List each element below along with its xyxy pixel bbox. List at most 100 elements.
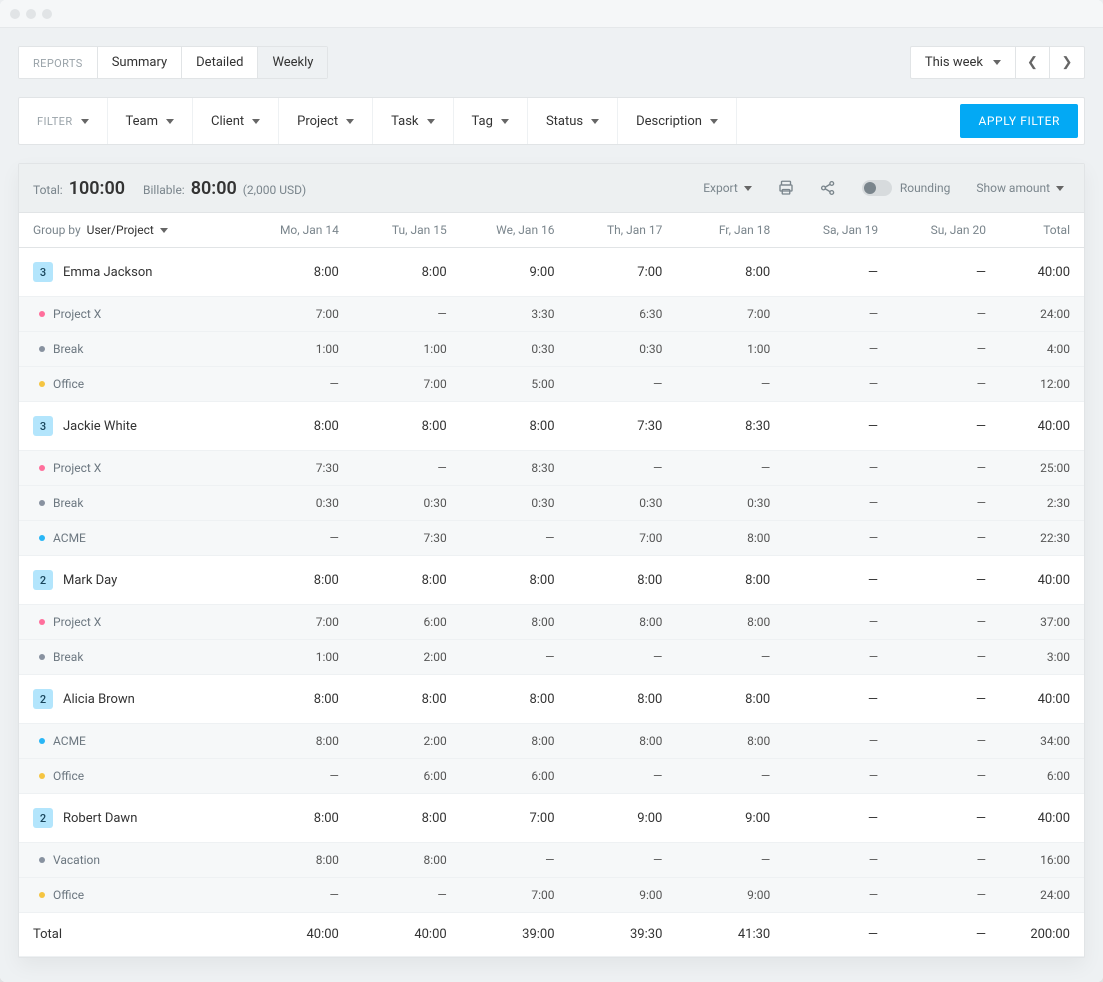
date-next-button[interactable]: ❯: [1050, 47, 1084, 78]
project-row[interactable]: Office—7:005:00————12:00: [19, 367, 1084, 402]
project-row[interactable]: Break1:001:000:300:301:00——4:00: [19, 332, 1084, 367]
share-button[interactable]: [814, 174, 842, 202]
project-row[interactable]: Project X7:006:008:008:008:00——37:00: [19, 605, 1084, 640]
project-color-icon: [39, 654, 45, 660]
caret-down-icon: [166, 119, 174, 124]
project-color-icon: [39, 500, 45, 506]
tab-detailed[interactable]: Detailed: [182, 47, 258, 78]
chevron-right-icon: ❯: [1062, 55, 1073, 70]
project-name: ACME: [53, 734, 86, 748]
caret-down-icon: [1056, 186, 1064, 191]
caret-down-icon: [710, 119, 718, 124]
filter-label: FILTER: [19, 98, 108, 144]
print-button[interactable]: [772, 174, 800, 202]
project-row[interactable]: Break0:300:300:300:300:30——2:30: [19, 486, 1084, 521]
chevron-left-icon: ❮: [1027, 55, 1038, 70]
project-name: Office: [53, 888, 84, 902]
project-row[interactable]: Office——7:009:009:00——24:00: [19, 878, 1084, 913]
project-row[interactable]: Project X7:00—3:306:307:00——24:00: [19, 297, 1084, 332]
billable-label: Billable:: [143, 183, 185, 197]
project-count-badge: 2: [33, 570, 53, 590]
app-window: REPORTS Summary Detailed Weekly This wee…: [0, 0, 1103, 982]
filter-tag[interactable]: Tag: [454, 98, 528, 144]
window-dot-3-icon: [42, 9, 52, 19]
col-day: Th, Jan 17: [563, 213, 671, 248]
project-count-badge: 2: [33, 689, 53, 709]
grand-total-label: Total: [19, 913, 239, 957]
project-row[interactable]: Office—6:006:00————6:00: [19, 759, 1084, 794]
project-color-icon: [39, 892, 45, 898]
window-titlebar: [0, 0, 1103, 28]
user-row[interactable]: 3Jackie White8:008:008:007:308:30——40:00: [19, 402, 1084, 451]
group-by-selector[interactable]: Group by User/Project: [33, 223, 231, 237]
project-color-icon: [39, 535, 45, 541]
user-row[interactable]: 2Mark Day8:008:008:008:008:00——40:00: [19, 556, 1084, 605]
filter-team[interactable]: Team: [108, 98, 194, 144]
billable-value: 80:00: [191, 178, 237, 199]
tab-weekly[interactable]: Weekly: [258, 47, 327, 78]
grand-total-row: Total40:0040:0039:0039:3041:30——200:00: [19, 913, 1084, 957]
project-name: Project X: [53, 615, 101, 629]
user-name: Emma Jackson: [63, 265, 152, 280]
project-row[interactable]: ACME8:002:008:008:008:00——34:00: [19, 724, 1084, 759]
user-row[interactable]: 2Robert Dawn8:008:007:009:009:00——40:00: [19, 794, 1084, 843]
col-day: Fr, Jan 18: [670, 213, 778, 248]
col-day: Tu, Jan 15: [347, 213, 455, 248]
report-tabs: REPORTS Summary Detailed Weekly: [18, 46, 328, 79]
show-amount-dropdown[interactable]: Show amount: [970, 177, 1070, 199]
col-day: Su, Jan 20: [886, 213, 994, 248]
filter-task[interactable]: Task: [373, 98, 453, 144]
user-row[interactable]: 2Alicia Brown8:008:008:008:008:00——40:00: [19, 675, 1084, 724]
project-count-badge: 3: [33, 262, 53, 282]
caret-down-icon: [744, 186, 752, 191]
project-color-icon: [39, 619, 45, 625]
col-day: Sa, Jan 19: [778, 213, 886, 248]
total-label: Total:: [33, 183, 63, 197]
project-color-icon: [39, 857, 45, 863]
project-name: Vacation: [53, 853, 100, 867]
rounding-toggle[interactable]: Rounding: [856, 176, 957, 200]
filter-bar: FILTER Team Client Project Task Tag Stat…: [18, 97, 1085, 145]
project-color-icon: [39, 773, 45, 779]
project-name: Office: [53, 769, 84, 783]
filter-status[interactable]: Status: [528, 98, 618, 144]
project-name: Project X: [53, 307, 101, 321]
tab-summary[interactable]: Summary: [98, 47, 182, 78]
project-name: Break: [53, 342, 83, 356]
project-name: Office: [53, 377, 84, 391]
project-color-icon: [39, 465, 45, 471]
reports-label: REPORTS: [19, 47, 98, 78]
project-row[interactable]: Break1:002:00—————3:00: [19, 640, 1084, 675]
export-dropdown[interactable]: Export: [697, 177, 758, 199]
project-color-icon: [39, 738, 45, 744]
caret-down-icon: [160, 228, 168, 233]
user-name: Alicia Brown: [63, 692, 135, 707]
project-row[interactable]: Project X7:30—8:30————25:00: [19, 451, 1084, 486]
table-header-row: Group by User/Project Mo, Jan 14Tu, Jan …: [19, 213, 1084, 248]
user-name: Jackie White: [63, 419, 137, 434]
project-count-badge: 2: [33, 808, 53, 828]
project-color-icon: [39, 346, 45, 352]
project-count-badge: 3: [33, 416, 53, 436]
filter-client[interactable]: Client: [193, 98, 279, 144]
billable-amount: (2,000 USD): [243, 183, 306, 197]
user-row[interactable]: 3Emma Jackson8:008:009:007:008:00——40:00: [19, 248, 1084, 297]
filter-description[interactable]: Description: [618, 98, 737, 144]
caret-down-icon: [252, 119, 260, 124]
project-color-icon: [39, 311, 45, 317]
apply-filter-button[interactable]: APPLY FILTER: [960, 104, 1078, 138]
caret-down-icon: [427, 119, 435, 124]
project-color-icon: [39, 381, 45, 387]
caret-down-icon: [591, 119, 599, 124]
date-range-picker[interactable]: This week: [911, 47, 1016, 78]
date-range-label: This week: [925, 55, 983, 70]
project-name: ACME: [53, 531, 86, 545]
report-summary-bar: Total: 100:00 Billable: 80:00 (2,000 USD…: [19, 164, 1084, 213]
project-row[interactable]: ACME—7:30—7:008:00——22:30: [19, 521, 1084, 556]
date-prev-button[interactable]: ❮: [1016, 47, 1050, 78]
share-icon: [819, 179, 837, 197]
user-name: Mark Day: [63, 573, 117, 588]
report-panel: Total: 100:00 Billable: 80:00 (2,000 USD…: [18, 163, 1085, 958]
filter-project[interactable]: Project: [279, 98, 373, 144]
project-row[interactable]: Vacation8:008:00—————16:00: [19, 843, 1084, 878]
